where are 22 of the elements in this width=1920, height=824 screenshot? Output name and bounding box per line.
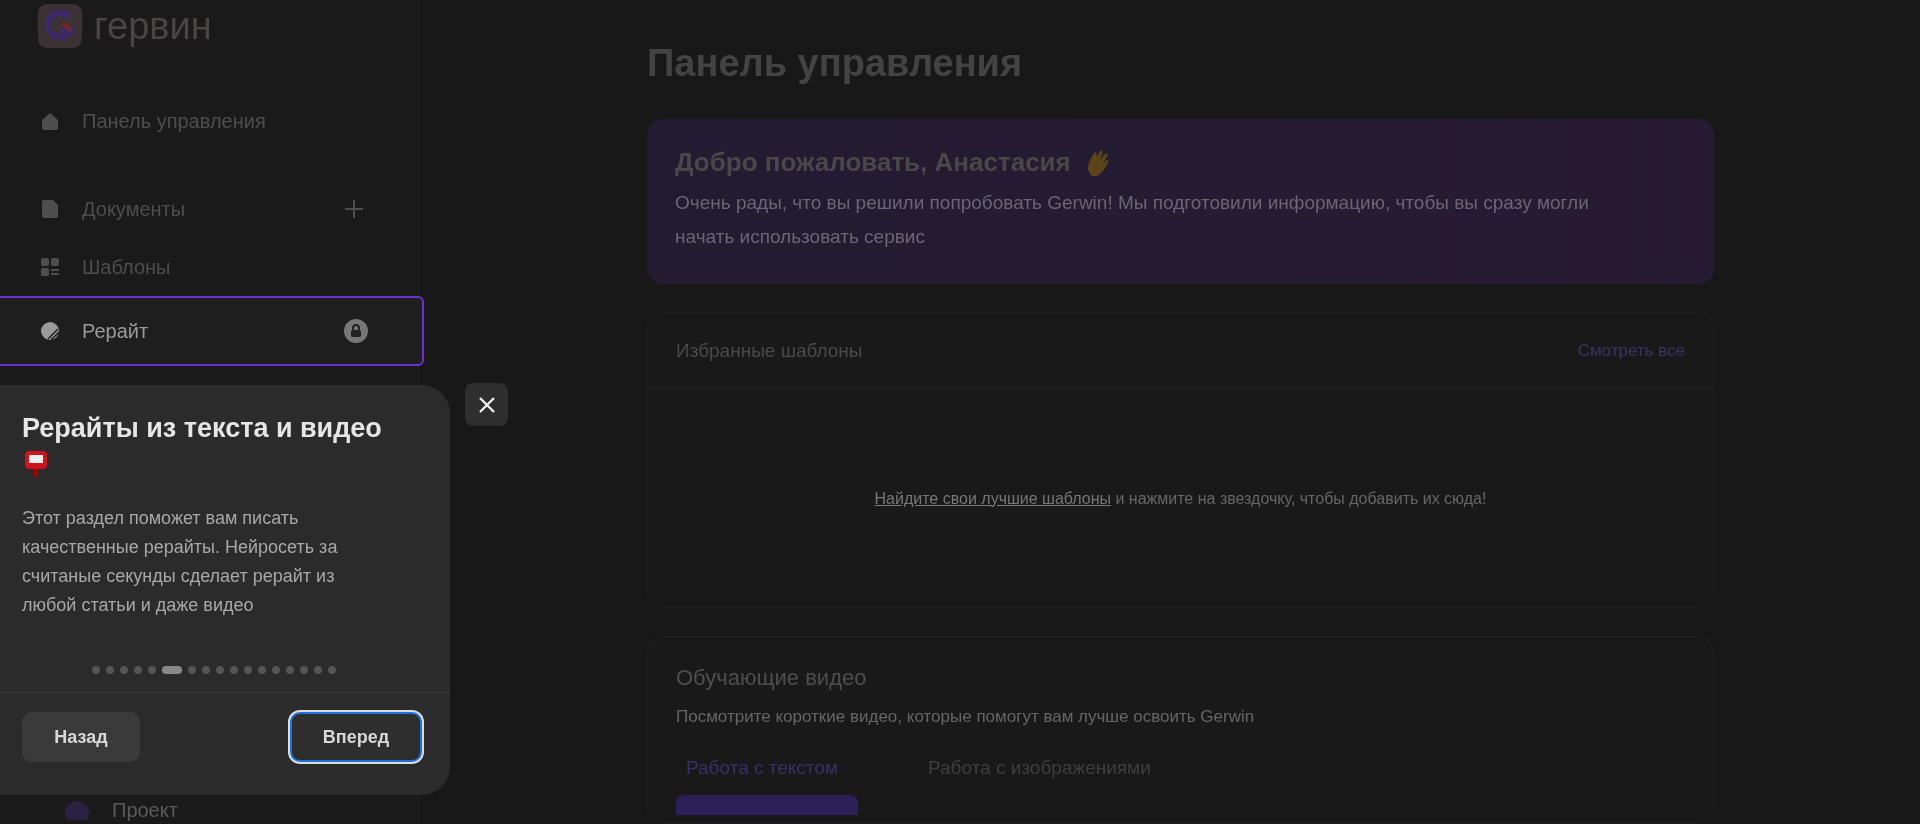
templates-link[interactable]: Найдите свои лучшие шаблоны	[874, 489, 1111, 507]
home-icon	[40, 111, 60, 131]
document-icon	[40, 199, 60, 219]
welcome-text: Очень рады, что вы решили попробовать Gerwin! Мы подготовили информацию, чтобы вы сразу могли начать использовать сервис	[675, 191, 1590, 249]
grid-icon	[40, 257, 60, 277]
videos-subtitle: Посмотрите короткие видео, которые помогут вам лучше освоить Gerwin	[676, 707, 1256, 727]
tour-text: Этот раздел поможет вам писать качественные рерайты. Нейросеть за считаные секунды сделает рерайт из любой статьи и даже видео	[22, 507, 339, 617]
pen-icon	[40, 321, 60, 341]
view-all-link[interactable]: Смотреть все	[1577, 341, 1685, 361]
next-button[interactable]: Вперед	[290, 712, 422, 762]
logo-icon	[38, 4, 82, 48]
close-icon	[477, 395, 496, 414]
empty-message: Найдите свои лучшие шаблоны и нажмите на звездочку, чтобы добавить их сюда!	[874, 489, 1487, 508]
lock-icon	[344, 319, 368, 343]
sidebar-item[interactable]: Рерайт	[0, 296, 424, 366]
video-tab[interactable]: Работа с текстом	[676, 757, 858, 779]
avatar-icon	[64, 800, 90, 820]
tour-title: Рерайты из текста и видео	[22, 413, 383, 444]
sidebar-item[interactable]: Проект	[0, 798, 418, 822]
back-button[interactable]: Назад	[22, 712, 140, 762]
close-button[interactable]	[465, 383, 508, 426]
mailbox-icon	[24, 450, 48, 478]
